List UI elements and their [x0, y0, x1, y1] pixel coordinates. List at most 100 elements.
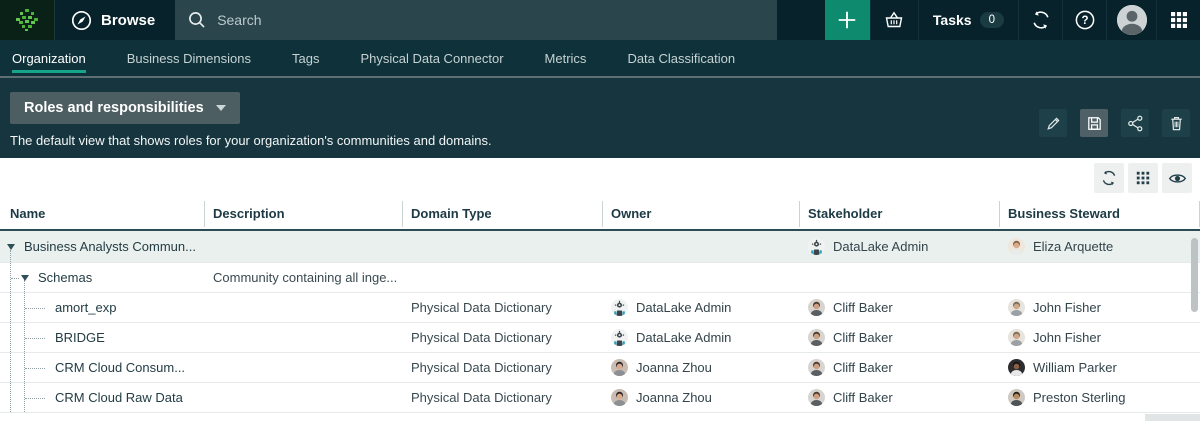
table-body: Business Analysts Commun... DataLake Adm… — [0, 231, 1200, 413]
business-steward-cell: John Fisher — [1000, 293, 1200, 322]
table-header-row: NameDescriptionDomain TypeOwnerStakehold… — [0, 198, 1200, 231]
column-header-business-steward[interactable]: Business Steward — [1000, 201, 1200, 227]
business-steward-name: Eliza Arquette — [1033, 239, 1113, 254]
view-actions — [1039, 109, 1190, 137]
stakeholder-cell: DataLake Admin — [800, 231, 1000, 262]
tab-data-classification[interactable]: Data Classification — [627, 40, 735, 76]
person-avatar-icon — [1008, 299, 1025, 316]
search-icon — [187, 10, 207, 30]
column-header-name[interactable]: Name — [0, 201, 205, 227]
view-visibility-button[interactable] — [1162, 163, 1192, 193]
domain-type-cell — [403, 231, 603, 262]
owner-cell — [603, 231, 800, 262]
table-row[interactable]: BRIDGEPhysical Data Dictionary DataLake … — [0, 323, 1200, 353]
plus-icon — [836, 9, 858, 31]
help-icon: ? — [1074, 9, 1096, 31]
person-avatar-icon — [611, 389, 628, 406]
asset-name[interactable]: amort_exp — [0, 300, 116, 315]
description-cell: Community containing all inge... — [205, 263, 403, 292]
name-cell: BRIDGE — [0, 323, 205, 352]
share-view-button[interactable] — [1121, 109, 1149, 137]
asset-name[interactable]: BRIDGE — [0, 330, 105, 345]
column-header-description[interactable]: Description — [205, 201, 403, 227]
column-header-stakeholder[interactable]: Stakeholder — [800, 201, 1000, 227]
person-avatar-icon — [1008, 238, 1025, 255]
asset-name[interactable]: Schemas — [0, 270, 92, 285]
basket-icon — [883, 10, 905, 30]
name-cell: Schemas — [0, 263, 205, 292]
edit-view-button[interactable] — [1039, 109, 1067, 137]
vertical-scrollbar-thumb[interactable] — [1191, 238, 1198, 312]
browse-button[interactable]: Browse — [55, 0, 175, 40]
description-cell — [205, 231, 403, 262]
table-row[interactable]: CRM Cloud Raw Data Physical Data Dictiona… — [0, 383, 1200, 413]
business-steward-name: William Parker — [1033, 360, 1117, 375]
business-steward-cell: Eliza Arquette — [1000, 231, 1200, 262]
user-avatar-icon — [1117, 5, 1147, 35]
stakeholder-name: Cliff Baker — [833, 330, 893, 345]
tasks-label: Tasks — [933, 12, 972, 28]
robot-avatar-icon — [611, 299, 628, 316]
asset-name[interactable]: CRM Cloud Raw Data — [0, 390, 183, 405]
robot-avatar-icon — [611, 329, 628, 346]
columns-grid-button[interactable] — [1128, 163, 1158, 193]
business-steward-cell — [1000, 263, 1200, 292]
refresh-button[interactable] — [1094, 163, 1124, 193]
tab-organization[interactable]: Organization — [12, 40, 86, 76]
stakeholder-cell — [800, 263, 1000, 292]
owner-cell: Joanna Zhou — [603, 383, 800, 412]
business-steward-name: John Fisher — [1033, 330, 1101, 345]
owner-cell: DataLake Admin — [603, 323, 800, 352]
table-row[interactable]: Schemas Community containing all inge... — [0, 263, 1200, 293]
name-cell: Business Analysts Commun... — [0, 231, 205, 262]
browse-label: Browse — [101, 12, 155, 29]
delete-view-button[interactable] — [1162, 109, 1190, 137]
tab-business-dimensions[interactable]: Business Dimensions — [127, 40, 251, 76]
compass-icon — [71, 10, 92, 31]
tab-tags[interactable]: Tags — [292, 40, 319, 76]
app-logo[interactable] — [0, 0, 55, 40]
grid-dots-icon — [1135, 170, 1151, 186]
owner-name: Joanna Zhou — [636, 360, 712, 375]
stakeholder-name: Cliff Baker — [833, 360, 893, 375]
horizontal-scrollbar[interactable] — [1145, 414, 1200, 421]
search-input[interactable] — [217, 12, 765, 28]
stakeholder-name: Cliff Baker — [833, 300, 893, 315]
asset-name[interactable]: CRM Cloud Consum... — [0, 360, 185, 375]
column-header-domain-type[interactable]: Domain Type — [403, 201, 603, 227]
view-selector-label: Roles and responsibilities — [24, 100, 204, 116]
domain-type-cell: Physical Data Dictionary — [403, 383, 603, 412]
stakeholder-name: DataLake Admin — [833, 239, 928, 254]
sync-button[interactable] — [1018, 0, 1062, 40]
create-button[interactable] — [825, 0, 870, 40]
owner-cell — [603, 263, 800, 292]
user-menu[interactable] — [1106, 0, 1156, 40]
column-header-owner[interactable]: Owner — [603, 201, 800, 227]
tasks-button[interactable]: Tasks 0 — [918, 0, 1018, 40]
robot-avatar-icon — [808, 238, 825, 255]
table-row[interactable]: Business Analysts Commun... DataLake Adm… — [0, 231, 1200, 263]
person-avatar-icon — [611, 359, 628, 376]
tab-metrics[interactable]: Metrics — [545, 40, 587, 76]
person-avatar-icon — [1008, 329, 1025, 346]
table-row[interactable]: CRM Cloud Consum...Physical Data Diction… — [0, 353, 1200, 383]
stakeholder-cell: Cliff Baker — [800, 323, 1000, 352]
pencil-icon — [1044, 114, 1063, 133]
stakeholder-cell: Cliff Baker — [800, 383, 1000, 412]
eye-icon — [1168, 169, 1187, 188]
tab-physical-data-connector[interactable]: Physical Data Connector — [360, 40, 503, 76]
refresh-icon — [1100, 169, 1118, 187]
tasks-count-badge: 0 — [980, 12, 1004, 28]
business-steward-cell: John Fisher — [1000, 323, 1200, 352]
save-view-button[interactable] — [1080, 109, 1108, 137]
topbar-actions: Tasks 0 ? — [825, 0, 1200, 40]
basket-button[interactable] — [870, 0, 918, 40]
asset-name[interactable]: Business Analysts Commun... — [0, 239, 196, 254]
help-button[interactable]: ? — [1062, 0, 1106, 40]
view-selector-button[interactable]: Roles and responsibilities — [10, 92, 240, 124]
business-steward-cell: Preston Sterling — [1000, 383, 1200, 412]
table-row[interactable]: amort_expPhysical Data Dictionary DataLa… — [0, 293, 1200, 323]
apps-menu-button[interactable] — [1156, 0, 1200, 40]
person-avatar-icon — [808, 359, 825, 376]
chevron-down-icon — [216, 105, 226, 111]
